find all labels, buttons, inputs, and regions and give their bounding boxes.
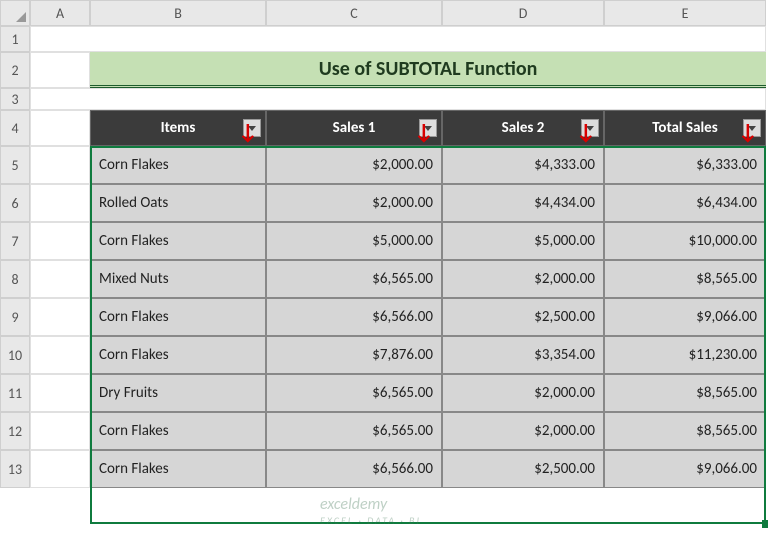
cell-s2[interactable]: $5,000.00 <box>442 222 604 260</box>
cell-item[interactable]: Rolled Oats <box>90 184 266 222</box>
empty-cell[interactable] <box>30 110 90 146</box>
col-header-D[interactable]: D <box>442 0 604 26</box>
empty-cell[interactable] <box>30 412 90 450</box>
col-header-E[interactable]: E <box>604 0 766 26</box>
row-header-7[interactable]: 7 <box>0 222 30 260</box>
title-banner: Use of SUBTOTAL Function <box>90 52 766 88</box>
header-sales2-label: Sales 2 <box>502 119 545 137</box>
row-header-6[interactable]: 6 <box>0 184 30 222</box>
header-items: Items <box>90 110 266 146</box>
select-all-corner[interactable] <box>0 0 30 26</box>
cell-total[interactable]: $8,565.00 <box>604 260 766 298</box>
cell-item[interactable]: Dry Fruits <box>90 374 266 412</box>
empty-cell[interactable] <box>30 374 90 412</box>
cell-item[interactable]: Corn Flakes <box>90 336 266 374</box>
row-header-1[interactable]: 1 <box>0 26 30 52</box>
cell-s2[interactable]: $2,500.00 <box>442 298 604 336</box>
cell-total[interactable]: $8,565.00 <box>604 374 766 412</box>
cell-total[interactable]: $8,565.00 <box>604 412 766 450</box>
cell-s1[interactable]: $6,566.00 <box>266 298 442 336</box>
cell-s2[interactable]: $2,500.00 <box>442 450 604 488</box>
cell-s2[interactable]: $4,333.00 <box>442 146 604 184</box>
row-header-11[interactable]: 11 <box>0 374 30 412</box>
cell-s1[interactable]: $6,566.00 <box>266 450 442 488</box>
filter-icon[interactable] <box>743 119 761 137</box>
cell-item[interactable]: Corn Flakes <box>90 412 266 450</box>
header-total-label: Total Sales <box>652 119 717 137</box>
cell-s1[interactable]: $7,876.00 <box>266 336 442 374</box>
row-header-2[interactable]: 2 <box>0 52 30 88</box>
filter-icon[interactable] <box>419 119 437 137</box>
header-sales1-label: Sales 1 <box>333 119 376 137</box>
row-header-12[interactable]: 12 <box>0 412 30 450</box>
cell-s2[interactable]: $3,354.00 <box>442 336 604 374</box>
empty-cell[interactable] <box>30 184 90 222</box>
empty-cell[interactable] <box>30 222 90 260</box>
header-total: Total Sales <box>604 110 766 146</box>
cell-s1[interactable]: $6,565.00 <box>266 374 442 412</box>
cell-total[interactable]: $11,230.00 <box>604 336 766 374</box>
empty-cell[interactable] <box>30 26 766 52</box>
cell-item[interactable]: Corn Flakes <box>90 450 266 488</box>
cell-s1[interactable]: $6,565.00 <box>266 260 442 298</box>
row-header-10[interactable]: 10 <box>0 336 30 374</box>
watermark-main: exceldemy <box>320 495 387 514</box>
empty-cell[interactable] <box>30 450 90 488</box>
cell-s1[interactable]: $6,565.00 <box>266 412 442 450</box>
empty-cell[interactable] <box>30 52 90 88</box>
empty-cell[interactable] <box>30 88 766 110</box>
row-header-9[interactable]: 9 <box>0 298 30 336</box>
cell-s1[interactable]: $2,000.00 <box>266 146 442 184</box>
cell-s2[interactable]: $2,000.00 <box>442 412 604 450</box>
empty-cell[interactable] <box>30 260 90 298</box>
watermark-sub: EXCEL · DATA · BI <box>320 514 421 527</box>
col-header-A[interactable]: A <box>30 0 90 26</box>
cell-total[interactable]: $6,333.00 <box>604 146 766 184</box>
filter-icon[interactable] <box>243 119 261 137</box>
fill-handle[interactable] <box>762 520 768 528</box>
watermark: exceldemy EXCEL · DATA · BI <box>320 495 421 527</box>
header-sales1: Sales 1 <box>266 110 442 146</box>
empty-cell[interactable] <box>30 298 90 336</box>
cell-item[interactable]: Mixed Nuts <box>90 260 266 298</box>
empty-cell[interactable] <box>30 336 90 374</box>
row-header-8[interactable]: 8 <box>0 260 30 298</box>
cell-total[interactable]: $6,434.00 <box>604 184 766 222</box>
row-header-5[interactable]: 5 <box>0 146 30 184</box>
cell-item[interactable]: Corn Flakes <box>90 146 266 184</box>
row-header-3[interactable]: 3 <box>0 88 30 110</box>
cell-total[interactable]: $9,066.00 <box>604 450 766 488</box>
cell-s1[interactable]: $5,000.00 <box>266 222 442 260</box>
cell-total[interactable]: $10,000.00 <box>604 222 766 260</box>
cell-s1[interactable]: $2,000.00 <box>266 184 442 222</box>
row-header-4[interactable]: 4 <box>0 110 30 146</box>
empty-cell[interactable] <box>30 146 90 184</box>
cell-s2[interactable]: $2,000.00 <box>442 260 604 298</box>
cell-item[interactable]: Corn Flakes <box>90 222 266 260</box>
col-header-C[interactable]: C <box>266 0 442 26</box>
cell-s2[interactable]: $2,000.00 <box>442 374 604 412</box>
row-header-13[interactable]: 13 <box>0 450 30 488</box>
cell-item[interactable]: Corn Flakes <box>90 298 266 336</box>
cell-s2[interactable]: $4,434.00 <box>442 184 604 222</box>
col-header-B[interactable]: B <box>90 0 266 26</box>
filter-icon[interactable] <box>581 119 599 137</box>
spreadsheet-grid: A B C D E 1 2 Use of SUBTOTAL Function 3… <box>0 0 768 488</box>
header-items-label: Items <box>161 119 196 137</box>
cell-total[interactable]: $9,066.00 <box>604 298 766 336</box>
header-sales2: Sales 2 <box>442 110 604 146</box>
